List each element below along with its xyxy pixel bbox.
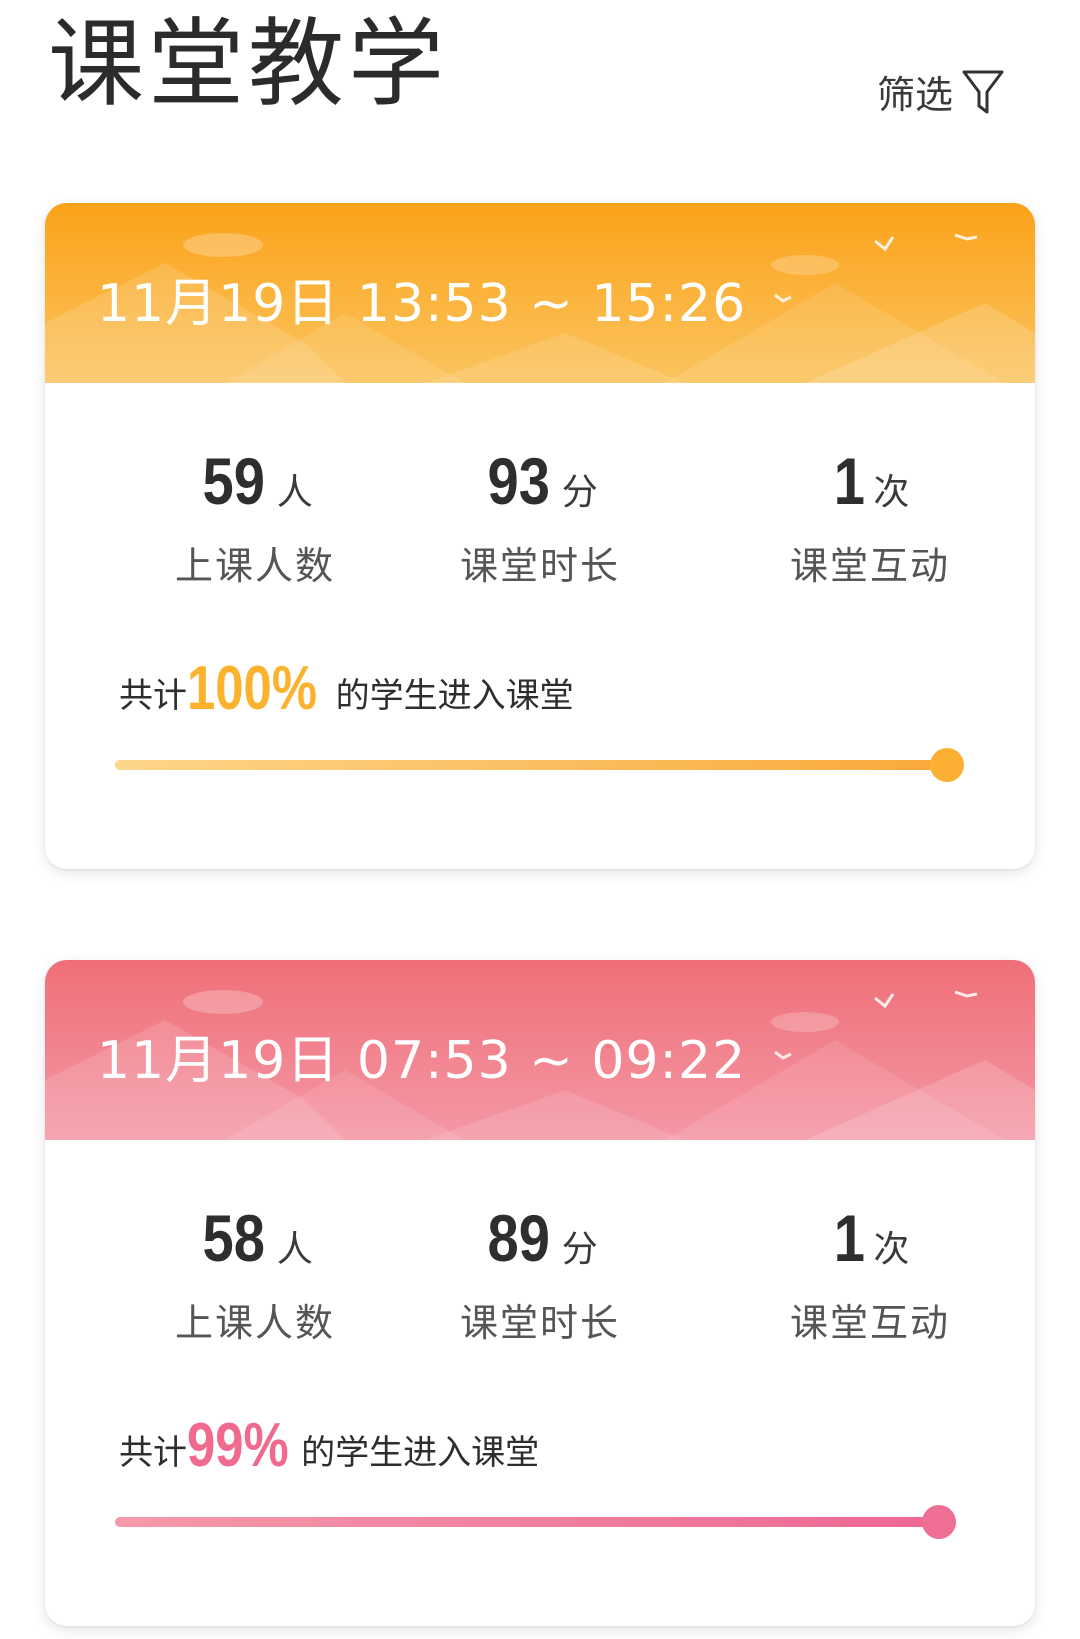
stat-duration: 89 分 课堂时长 <box>390 1200 690 1347</box>
filter-label: 筛选 <box>876 73 953 117</box>
stat-label: 上课人数 <box>174 544 335 588</box>
summary-percent: 99% <box>187 1411 289 1480</box>
attendance-summary: 共计99% 的学生进入课堂 <box>119 1410 539 1481</box>
attendance-progress-bar <box>115 748 964 782</box>
classroom-teaching-page: 课堂教学 筛选 11月19日 13:53 ~ 15:26 59 人 上课人数 9… <box>0 0 1080 1639</box>
filter-button[interactable]: 筛选 <box>877 64 1005 119</box>
session-card[interactable]: 11月19日 13:53 ~ 15:26 59 人 上课人数 93 分 课堂时长 1… <box>45 203 1035 869</box>
session-time-range: 11月19日 07:53 ~ 09:22 <box>97 1031 747 1091</box>
stat-interactions: 1次 课堂互动 <box>720 1200 1020 1347</box>
stat-label: 课堂时长 <box>459 1301 620 1345</box>
stat-attendance: 58 人 上课人数 <box>105 1200 405 1347</box>
page-header: 课堂教学 筛选 <box>0 0 1080 190</box>
session-time-range: 11月19日 13:53 ~ 15:26 <box>97 274 747 334</box>
stat-interactions: 1次 课堂互动 <box>720 443 1020 590</box>
stat-unit: 人 <box>276 472 313 513</box>
summary-percent: 100% <box>187 654 318 723</box>
summary-prefix: 共计 <box>119 1433 187 1473</box>
summary-suffix: 的学生进入课堂 <box>301 1433 540 1473</box>
stat-label: 课堂互动 <box>789 544 950 588</box>
session-banner: 11月19日 07:53 ~ 09:22 <box>45 960 1035 1140</box>
stat-unit: 次 <box>873 472 910 513</box>
funnel-icon <box>961 68 1005 116</box>
page-title: 课堂教学 <box>48 8 448 120</box>
stat-unit: 次 <box>873 1229 910 1270</box>
stat-attendance: 59 人 上课人数 <box>105 443 405 590</box>
attendance-progress-bar <box>115 1505 956 1539</box>
stat-value: 59 <box>202 444 266 518</box>
stat-value: 58 <box>202 1201 266 1275</box>
session-card[interactable]: 11月19日 07:53 ~ 09:22 58 人 上课人数 89 分 课堂时长 1… <box>45 960 1035 1626</box>
stat-unit: 分 <box>561 472 598 513</box>
stat-label: 上课人数 <box>174 1301 335 1345</box>
attendance-summary: 共计100% 的学生进入课堂 <box>119 653 574 724</box>
stat-duration: 93 分 课堂时长 <box>390 443 690 590</box>
stat-unit: 分 <box>561 1229 598 1270</box>
stat-label: 课堂时长 <box>459 544 620 588</box>
progress-knob <box>930 748 964 782</box>
stat-value: 1 <box>833 1201 865 1275</box>
stat-label: 课堂互动 <box>789 1301 950 1345</box>
session-banner: 11月19日 13:53 ~ 15:26 <box>45 203 1035 383</box>
session-stats: 58 人 上课人数 89 分 课堂时长 1次 课堂互动 <box>45 1200 1035 1350</box>
summary-suffix: 的学生进入课堂 <box>335 676 574 716</box>
stat-value: 1 <box>833 444 865 518</box>
stat-value: 93 <box>487 444 551 518</box>
session-stats: 59 人 上课人数 93 分 课堂时长 1次 课堂互动 <box>45 443 1035 593</box>
summary-prefix: 共计 <box>119 676 187 716</box>
stat-unit: 人 <box>276 1229 313 1270</box>
progress-knob <box>921 1505 956 1539</box>
stat-value: 89 <box>487 1201 551 1275</box>
progress-fill <box>115 1517 939 1527</box>
progress-fill <box>115 760 947 770</box>
